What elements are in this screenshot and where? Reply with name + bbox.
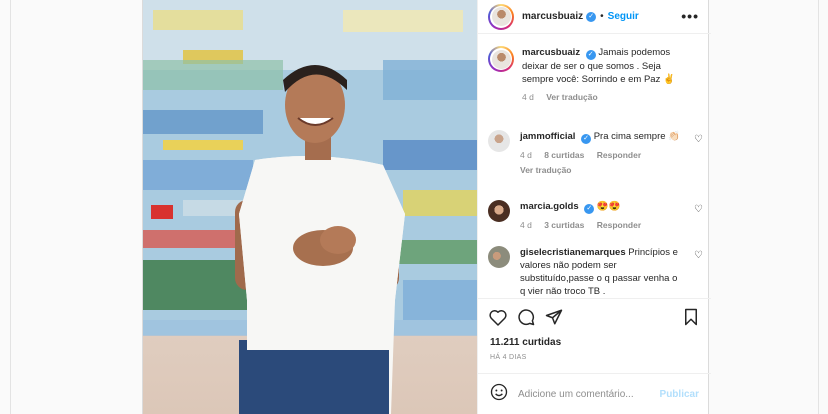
like-comment-heart-icon[interactable]: ♡ xyxy=(694,204,703,215)
author-avatar[interactable] xyxy=(488,3,514,30)
commenter-avatar[interactable] xyxy=(488,246,510,268)
caption-item: marcusbuaiz ✓ Jamais podemos deixar de s… xyxy=(488,46,703,104)
comment-translate-link[interactable]: Ver tradução xyxy=(520,165,572,175)
emoji-smile-icon[interactable] xyxy=(490,383,508,406)
caption-translate-link[interactable]: Ver tradução xyxy=(546,92,598,102)
post-time-ago[interactable]: HÁ 4 DIAS xyxy=(490,354,527,361)
comment-time[interactable]: 4 d xyxy=(520,220,532,230)
caption-time[interactable]: 4 d xyxy=(522,92,534,102)
like-heart-icon[interactable] xyxy=(488,307,508,327)
post-photo[interactable] xyxy=(143,0,477,414)
like-comment-heart-icon[interactable]: ♡ xyxy=(694,134,703,145)
reply-button[interactable]: Responder xyxy=(597,150,641,160)
add-comment-input[interactable] xyxy=(518,388,648,400)
caption-author-avatar[interactable] xyxy=(488,46,514,72)
commenter-avatar[interactable] xyxy=(488,200,510,222)
comment-item: giselecristianemarques Princípios e valo… xyxy=(488,246,703,298)
post-header: marcusbuaiz ✓ • Seguir ••• xyxy=(478,0,711,34)
verified-badge-icon: ✓ xyxy=(581,134,592,144)
comment-text: 😍😍 xyxy=(596,201,621,212)
comment-username[interactable]: jammofficial xyxy=(520,131,575,142)
comment-username[interactable]: marcia.golds xyxy=(520,201,579,212)
verified-badge-icon: ✓ xyxy=(585,50,596,60)
share-send-icon[interactable] xyxy=(544,307,564,327)
comment-item: jammofficial ✓ Pra cima sempre 👏🏻 4 d 8 … xyxy=(488,130,703,177)
publish-button[interactable]: Publicar xyxy=(660,389,699,400)
reply-button[interactable]: Responder xyxy=(597,220,641,230)
comment-time[interactable]: 4 d xyxy=(520,150,532,160)
frame-divider-left xyxy=(10,0,11,414)
caption-username[interactable]: marcusbuaiz xyxy=(522,47,580,58)
comment-likes[interactable]: 3 curtidas xyxy=(544,220,584,230)
verified-badge-icon: ✓ xyxy=(584,204,595,214)
more-options-icon[interactable]: ••• xyxy=(681,8,699,24)
likes-count[interactable]: 11.211 curtidas xyxy=(490,337,561,348)
add-comment-bar: Publicar xyxy=(478,373,711,414)
separator-dot: • xyxy=(600,11,604,22)
save-bookmark-icon[interactable] xyxy=(681,307,701,327)
comments-list[interactable]: marcusbuaiz ✓ Jamais podemos deixar de s… xyxy=(478,36,711,298)
verified-badge-icon: ✓ xyxy=(586,11,597,22)
commenter-avatar[interactable] xyxy=(488,130,510,152)
post-side-panel: marcusbuaiz ✓ • Seguir ••• marcusbuaiz ✓… xyxy=(477,0,711,414)
like-comment-heart-icon[interactable]: ♡ xyxy=(694,250,703,261)
comment-text: Pra cima sempre 👏🏻 xyxy=(593,131,680,142)
author-username[interactable]: marcusbuaiz xyxy=(522,11,583,22)
post-photo-image xyxy=(143,0,477,414)
comment-username[interactable]: giselecristianemarques xyxy=(520,247,626,258)
post-actions-bar xyxy=(478,298,711,334)
comment-likes[interactable]: 8 curtidas xyxy=(544,150,584,160)
follow-button[interactable]: Seguir xyxy=(608,11,639,22)
post-modal: marcusbuaiz ✓ • Seguir ••• marcusbuaiz ✓… xyxy=(142,0,711,414)
comment-bubble-icon[interactable] xyxy=(516,307,536,327)
comment-item: marcia.golds ✓ 😍😍 4 d 3 curtidas Respond… xyxy=(488,200,703,232)
frame-divider-right xyxy=(818,0,819,414)
